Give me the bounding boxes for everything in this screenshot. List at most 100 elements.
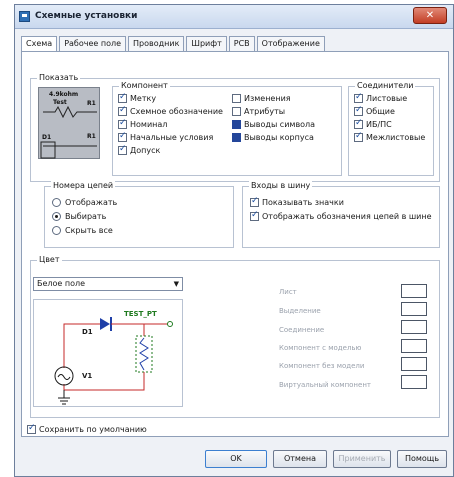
checkbox-tolerance[interactable]: Допуск (118, 144, 161, 155)
checkbox-value-text: Номинал (130, 120, 168, 129)
dialog-window: Схемные установки ✕ Схема Рабочее поле П… (14, 4, 454, 477)
ok-button[interactable]: OK (205, 450, 267, 468)
color-preview-circuit: TEST_PT D1 V1 (33, 299, 183, 407)
checkbox-label-visible[interactable]: Метку (118, 92, 156, 103)
checkbox-tolerance-text: Допуск (130, 146, 161, 155)
color-scheme-select[interactable]: Белое поле ▼ (33, 277, 183, 291)
checkbox-initial-conditions-box[interactable] (118, 131, 127, 142)
radio-net-show[interactable]: Отображать (52, 198, 117, 207)
checkbox-attributes[interactable]: Атрибуты (232, 107, 285, 116)
color-label-wire: Соединение (279, 326, 325, 334)
color-group-title: Цвет (37, 255, 62, 264)
checkbox-bus-net-names-text: Отображать обозначения цепей в шине (262, 212, 432, 221)
color-swatch-selection[interactable] (401, 302, 427, 316)
close-button[interactable]: ✕ (413, 7, 447, 24)
preview-schematic (40, 105, 97, 159)
checkbox-label-visible-box[interactable] (118, 92, 127, 103)
checkbox-hb-sc-text: ИБ/ПС (366, 120, 392, 129)
checkbox-save-default-box[interactable] (27, 423, 36, 434)
checkbox-variants-box[interactable] (232, 94, 241, 103)
app-icon (19, 11, 30, 22)
tab-display[interactable]: Отображение (256, 36, 325, 52)
preview-ref2-label: R1 (87, 133, 96, 140)
radio-net-show-dot[interactable] (52, 198, 61, 207)
color-swatch-nomodel-component[interactable] (401, 357, 427, 371)
checkbox-offpage-box[interactable] (354, 131, 363, 142)
tab-wiring[interactable]: Проводник (128, 36, 185, 52)
checkbox-attributes-box[interactable] (232, 107, 241, 116)
net-numbers-group-title: Номера цепей (51, 181, 116, 190)
color-swatch-virtual-component[interactable] (401, 375, 427, 389)
checkbox-onpage-box[interactable] (354, 92, 363, 103)
circuit-diode-label: D1 (82, 328, 93, 336)
checkbox-save-default-text: Сохранить по умолчанию (39, 425, 147, 434)
color-swatch-model-component[interactable] (401, 339, 427, 353)
color-label-nomodel-component: Компонент без модели (279, 362, 365, 370)
checkbox-value-box[interactable] (118, 118, 127, 129)
checkbox-footprint-pins[interactable]: Выводы корпуса (232, 133, 314, 142)
tab-font[interactable]: Шрифт (186, 36, 227, 52)
checkbox-bus-net-names[interactable]: Отображать обозначения цепей в шине (250, 210, 432, 221)
color-scheme-value: Белое поле (37, 279, 86, 288)
preview-variant-label: Test (53, 99, 67, 106)
tab-pcb[interactable]: PCB (228, 36, 255, 52)
color-label-model-component: Компонент с моделью (279, 344, 362, 352)
checkbox-offpage-text: Межлистовые (366, 133, 426, 142)
preview-image: 4.9kohm Test R1 R1 D1 (38, 87, 100, 159)
radio-net-hide-text: Скрыть все (65, 226, 113, 235)
checkbox-initial-conditions-text: Начальные условия (130, 133, 214, 142)
checkbox-ref-designator-text: Схемное обозначение (130, 107, 223, 116)
radio-net-select-text: Выбирать (65, 212, 107, 221)
component-group-title: Компонент (119, 81, 170, 90)
checkbox-hb-sc-box[interactable] (354, 118, 363, 129)
bus-inputs-group-title: Входы в шину (249, 181, 313, 190)
checkbox-bus-icons-text: Показывать значки (262, 198, 344, 207)
checkbox-initial-conditions[interactable]: Начальные условия (118, 131, 214, 142)
checkbox-global-text: Общие (366, 107, 395, 116)
color-label-selection: Выделение (279, 307, 321, 315)
checkbox-value[interactable]: Номинал (118, 118, 168, 129)
show-group-title: Показать (37, 73, 81, 82)
help-button[interactable]: Помощь (397, 450, 447, 468)
checkbox-onpage[interactable]: Листовые (354, 92, 408, 103)
checkbox-global[interactable]: Общие (354, 105, 395, 116)
circuit-source-label: V1 (82, 372, 93, 380)
cancel-button[interactable]: Отмена (273, 450, 327, 468)
chevron-down-icon[interactable]: ▼ (174, 278, 179, 290)
checkbox-attributes-text: Атрибуты (244, 107, 286, 116)
title-bar[interactable]: Схемные установки ✕ (15, 5, 453, 29)
radio-net-hide-dot[interactable] (52, 226, 61, 235)
radio-net-select-dot[interactable] (52, 212, 61, 221)
checkbox-variants-text: Изменения (244, 94, 291, 103)
checkbox-footprint-pins-box[interactable] (232, 133, 241, 142)
checkbox-symbol-pins-text: Выводы символа (244, 120, 316, 129)
tab-strip: Схема Рабочее поле Проводник Шрифт PCB О… (21, 36, 327, 53)
checkbox-hb-sc[interactable]: ИБ/ПС (354, 118, 392, 129)
preview-ref-label: R1 (87, 100, 96, 107)
preview-ref3-label: D1 (42, 134, 52, 141)
radio-net-show-text: Отображать (65, 198, 118, 207)
apply-button[interactable]: Применить (333, 450, 391, 468)
radio-net-hide[interactable]: Скрыть все (52, 226, 113, 235)
color-label-virtual-component: Виртуальный компонент (279, 381, 371, 389)
checkbox-variants[interactable]: Изменения (232, 94, 291, 103)
checkbox-onpage-text: Листовые (366, 94, 408, 103)
checkbox-tolerance-box[interactable] (118, 144, 127, 155)
checkbox-ref-designator-box[interactable] (118, 105, 127, 116)
checkbox-symbol-pins-box[interactable] (232, 120, 241, 129)
checkbox-bus-net-names-box[interactable] (250, 210, 259, 221)
checkbox-bus-icons-box[interactable] (250, 196, 259, 207)
window-title: Схемные установки (35, 11, 138, 21)
checkbox-offpage[interactable]: Межлистовые (354, 131, 426, 142)
tab-workspace[interactable]: Рабочее поле (59, 36, 127, 52)
color-swatch-sheet[interactable] (401, 284, 427, 298)
connectors-group-title: Соединители (355, 81, 416, 90)
checkbox-bus-icons[interactable]: Показывать значки (250, 196, 344, 207)
color-swatch-wire[interactable] (401, 320, 427, 334)
checkbox-symbol-pins[interactable]: Выводы символа (232, 120, 315, 129)
checkbox-save-default[interactable]: Сохранить по умолчанию (27, 423, 147, 434)
checkbox-ref-designator[interactable]: Схемное обозначение (118, 105, 223, 116)
radio-net-select[interactable]: Выбирать (52, 212, 106, 221)
checkbox-global-box[interactable] (354, 105, 363, 116)
circuit-schematic (54, 317, 173, 405)
